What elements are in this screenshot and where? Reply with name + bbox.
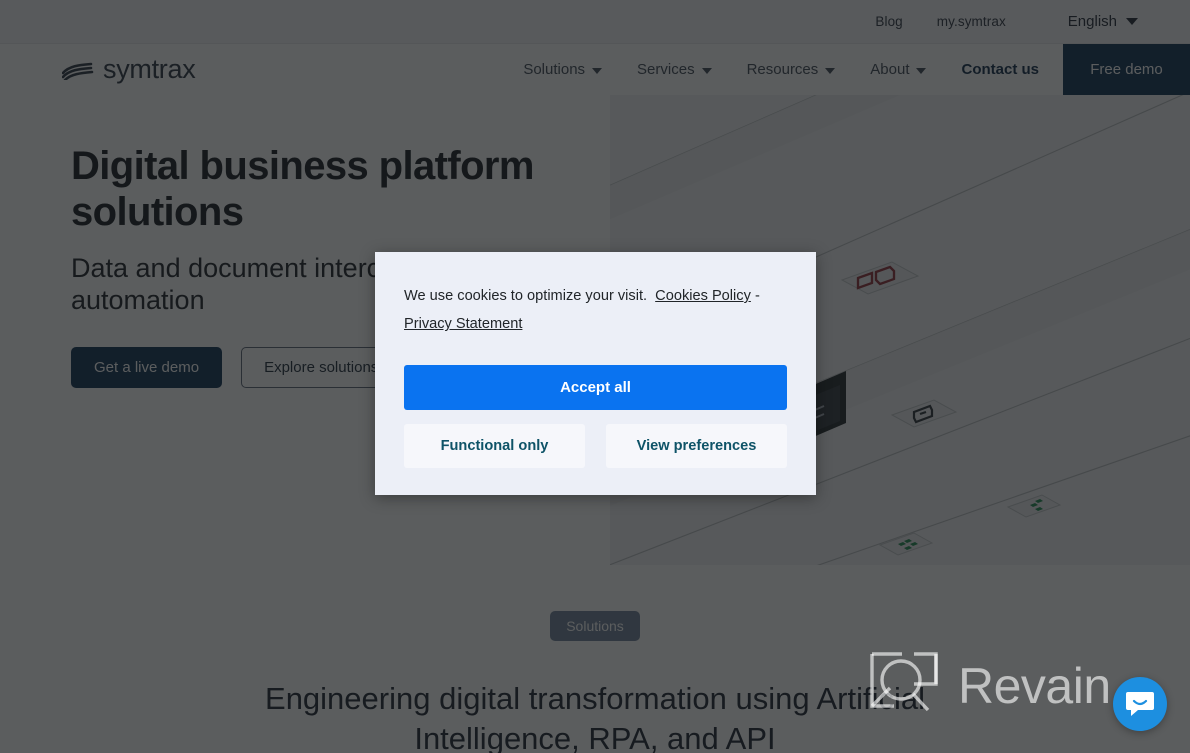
chat-smile-bubble-icon [1126,692,1154,716]
cookie-message: We use cookies to optimize your visit. C… [404,282,787,339]
cookie-buttons: Accept all Functional only View preferen… [404,364,787,468]
privacy-statement-link[interactable]: Privacy Statement [404,316,522,332]
cookie-consent-dialog: We use cookies to optimize your visit. C… [375,252,816,495]
cookie-separator: - [754,288,760,304]
cookie-secondary-buttons: Functional only View preferences [404,423,787,468]
cookie-message-text: We use cookies to optimize your visit. [404,288,648,304]
page-root: Blog my.symtrax English symtrax Solution… [0,0,1190,753]
view-preferences-button[interactable]: View preferences [606,423,787,468]
chat-widget-button[interactable] [1113,677,1167,731]
functional-only-button[interactable]: Functional only [404,423,585,468]
accept-all-button[interactable]: Accept all [404,364,787,410]
cookies-policy-link[interactable]: Cookies Policy [655,288,751,304]
